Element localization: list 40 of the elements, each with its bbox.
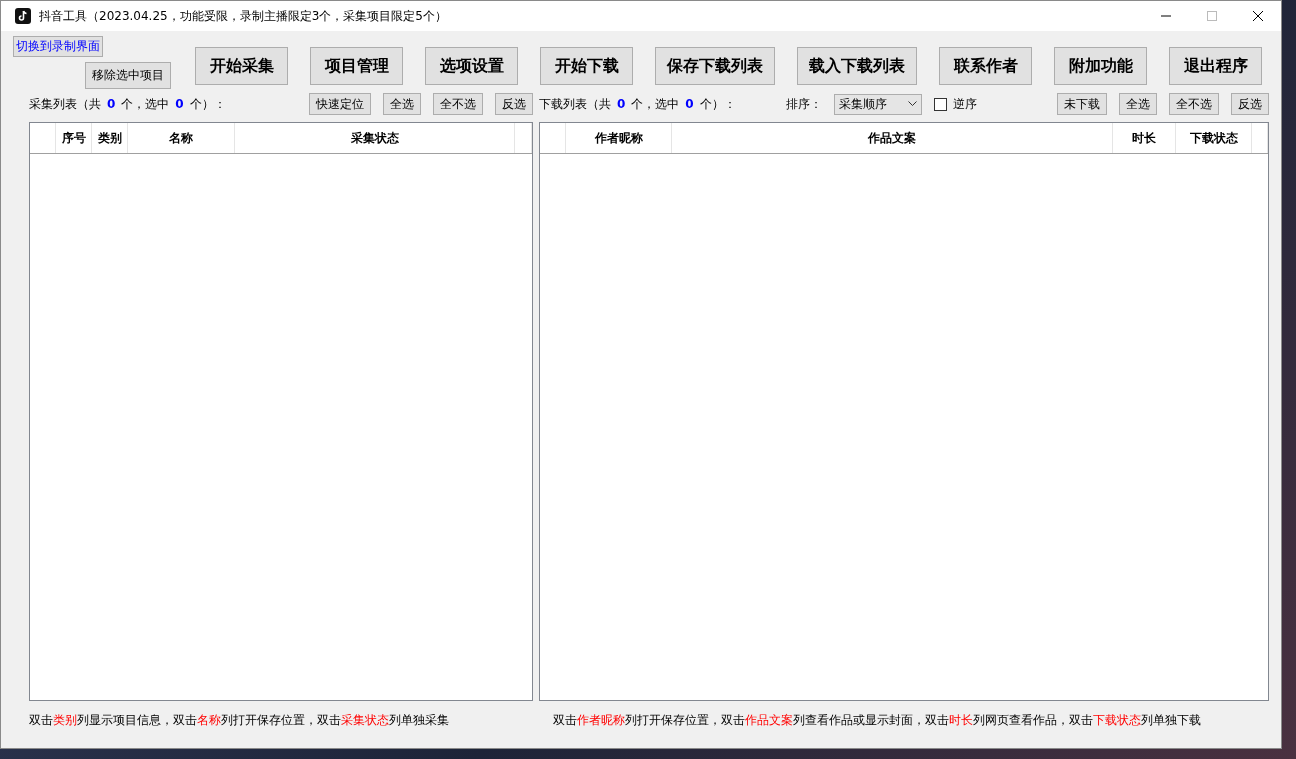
column-header[interactable]: 下载状态: [1176, 123, 1252, 153]
list-button[interactable]: 反选: [495, 93, 533, 115]
column-header[interactable]: 名称: [128, 123, 235, 153]
list-button[interactable]: 全不选: [1169, 93, 1219, 115]
column-header[interactable]: 类别: [92, 123, 128, 153]
list-button[interactable]: 反选: [1231, 93, 1269, 115]
reverse-checkbox[interactable]: [934, 97, 947, 111]
hint-text: 双击作者昵称列打开保存位置，双击作品文案列查看作品或显示封面，双击时长列网页查看作品，双击下载状态列单独下载: [553, 712, 1202, 729]
app-logo-icon: [15, 8, 31, 24]
toolbar-button[interactable]: 载入下载列表: [797, 47, 917, 85]
close-icon: [1252, 10, 1264, 22]
toolbar-button[interactable]: 开始采集: [195, 47, 288, 85]
switch-view-link[interactable]: 切换到录制界面: [13, 36, 103, 57]
toolbar-button[interactable]: 项目管理: [310, 47, 403, 85]
sort-dropdown[interactable]: 采集顺序: [834, 93, 922, 115]
toolbar-button[interactable]: 选项设置: [425, 47, 518, 85]
list-button[interactable]: 全不选: [433, 93, 483, 115]
maximize-icon: [1207, 11, 1217, 21]
hint-text: 双击类别列显示项目信息，双击名称列打开保存位置，双击采集状态列单独采集: [29, 712, 450, 729]
chevron-down-icon: [908, 101, 917, 107]
toolbar-button[interactable]: 开始下载: [540, 47, 633, 85]
list-button[interactable]: 全选: [383, 93, 421, 115]
window-title: 抖音工具（2023.04.25，功能受限，录制主播限定3个，采集项目限定5个）: [39, 7, 448, 25]
toolbar-button[interactable]: 保存下载列表: [655, 47, 775, 85]
column-header[interactable]: 作者昵称: [566, 123, 672, 153]
collect-list-count: 采集列表（共 0 个，选中 0 个）：: [29, 95, 227, 113]
column-header[interactable]: 序号: [56, 123, 92, 153]
download-list-count: 下载列表（共 0 个，选中 0 个）：: [539, 95, 737, 113]
column-header[interactable]: 采集状态: [235, 123, 515, 153]
column-header[interactable]: 时长: [1113, 123, 1176, 153]
remove-selected-button[interactable]: 移除选中项目: [85, 62, 171, 89]
column-header[interactable]: 作品文案: [672, 123, 1113, 153]
list-button[interactable]: 全选: [1119, 93, 1157, 115]
list-button[interactable]: 未下载: [1057, 93, 1107, 115]
toolbar-button[interactable]: 附加功能: [1054, 47, 1147, 85]
toolbar-button[interactable]: 联系作者: [939, 47, 1032, 85]
reverse-label: 逆序: [953, 95, 977, 113]
sort-label: 排序：: [786, 95, 822, 113]
toolbar-button[interactable]: 退出程序: [1169, 47, 1262, 85]
list-button[interactable]: 快速定位: [309, 93, 371, 115]
